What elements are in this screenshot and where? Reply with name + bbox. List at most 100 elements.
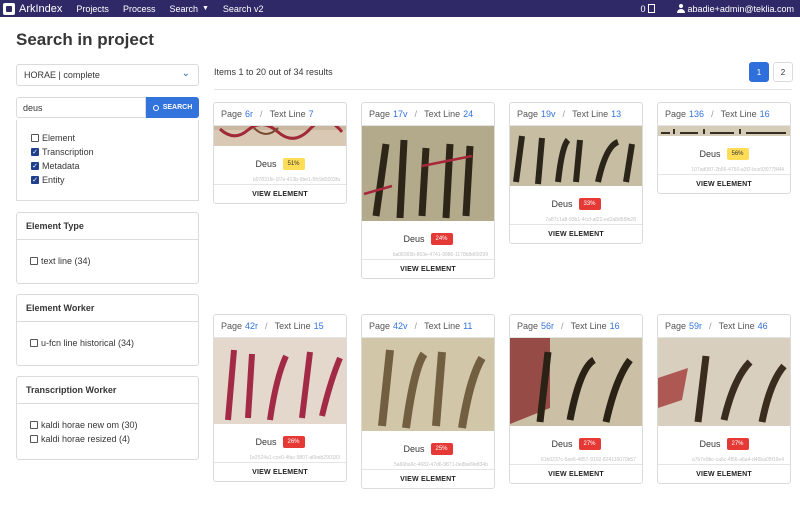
checkbox-checked[interactable]: ✓	[31, 176, 39, 184]
facet-option[interactable]: kaldi horae new om (30)	[17, 418, 198, 432]
nav-process[interactable]: Process	[123, 4, 156, 14]
facet-element-worker: Element Worker u-fcn line historical (34…	[16, 294, 199, 366]
page-link[interactable]: 59r	[689, 321, 702, 331]
nav-projects[interactable]: Projects	[76, 4, 109, 14]
view-element-button[interactable]: VIEW ELEMENT	[214, 184, 346, 203]
checkbox[interactable]	[30, 339, 38, 347]
element-thumbnail[interactable]	[362, 338, 494, 431]
user-icon	[676, 4, 685, 13]
confidence-badge: 24%	[430, 233, 453, 245]
match-text: Deus	[255, 159, 277, 169]
view-element-button[interactable]: VIEW ELEMENT	[510, 464, 642, 483]
facet-transcription-worker: Transcription Worker kaldi horae new om …	[16, 376, 199, 460]
results-summary: Items 1 to 20 out of 34 results	[214, 67, 333, 77]
separator: /	[711, 109, 714, 119]
page-link[interactable]: 19v	[541, 109, 556, 119]
nav-search[interactable]: Search ▼	[169, 4, 208, 14]
line-link[interactable]: 7	[309, 109, 314, 119]
user-menu[interactable]: abadie+admin@teklia.com	[676, 3, 794, 14]
card-header: Page 17v / Text Line 24	[362, 103, 494, 126]
search-input[interactable]	[16, 97, 146, 118]
confidence-badge: 27%	[578, 438, 601, 450]
search-button[interactable]: SEARCH	[146, 97, 199, 118]
match-text: Deus	[403, 444, 425, 454]
line-link[interactable]: 15	[314, 321, 324, 331]
view-element-button[interactable]: VIEW ELEMENT	[658, 174, 790, 193]
search-icon	[152, 104, 159, 111]
element-thumbnail[interactable]	[510, 126, 642, 186]
line-link[interactable]: 46	[758, 321, 768, 331]
element-thumbnail[interactable]	[214, 126, 346, 146]
search-bar: SEARCH	[16, 97, 199, 118]
source-element[interactable]: Element	[17, 131, 198, 145]
page-label: Page	[369, 321, 391, 331]
element-id: ba08365b-863e-4741-9986-1178b8d69299	[392, 252, 488, 258]
element-id: a7b7e9bc-ca6c-4f56-a6a4-d46ba05f19e4	[691, 457, 784, 463]
checkbox[interactable]	[30, 257, 38, 265]
card-header: Page 19v / Text Line 13	[510, 103, 642, 126]
card-header: Page 42v / Text Line 11	[362, 315, 494, 338]
facet-option[interactable]: u-fcn line historical (34)	[17, 336, 198, 350]
chevron-down-icon: ▼	[201, 5, 209, 12]
facet-option[interactable]: text line (34)	[17, 254, 198, 268]
checkbox-checked[interactable]: ✓	[31, 162, 39, 170]
line-link[interactable]: 16	[760, 109, 770, 119]
element-id: 1e2524a1-cce0-4fac-9807-a6beb290183	[249, 455, 340, 461]
element-thumbnail[interactable]	[362, 126, 494, 221]
source-label: Entity	[42, 175, 65, 185]
page-1-button[interactable]: 1	[749, 62, 769, 82]
confidence-badge: 27%	[726, 438, 749, 450]
user-email: abadie+admin@teklia.com	[687, 3, 794, 14]
source-entity[interactable]: ✓ Entity	[17, 173, 198, 187]
view-element-button[interactable]: VIEW ELEMENT	[510, 224, 642, 243]
confidence-badge: 25%	[430, 443, 453, 455]
facet-option-label: text line (34)	[41, 256, 91, 266]
line-link[interactable]: 13	[611, 109, 621, 119]
separator: /	[414, 321, 418, 331]
element-thumbnail[interactable]	[658, 338, 790, 426]
line-link[interactable]: 11	[463, 321, 472, 331]
source-transcription[interactable]: ✓ Transcription	[17, 145, 198, 159]
source-metadata[interactable]: ✓ Metadata	[17, 159, 198, 173]
confidence-badge: 51%	[282, 158, 305, 170]
line-link[interactable]: 16	[610, 321, 620, 331]
brand[interactable]: ArkIndex	[3, 2, 62, 15]
chevron-down-icon: ⌄	[181, 68, 190, 79]
match-text: Deus	[551, 199, 573, 209]
element-thumbnail[interactable]	[510, 338, 642, 426]
match-text: Deus	[551, 439, 573, 449]
view-element-button[interactable]: VIEW ELEMENT	[214, 462, 346, 481]
separator: /	[561, 321, 564, 331]
project-select-value: HORAE | complete	[24, 70, 100, 80]
view-element-button[interactable]: VIEW ELEMENT	[658, 464, 790, 483]
view-element-button[interactable]: VIEW ELEMENT	[362, 259, 494, 278]
page-title: Search in project	[16, 30, 154, 49]
source-label: Transcription	[42, 147, 94, 157]
line-link[interactable]: 24	[463, 109, 473, 119]
element-thumbnail[interactable]	[658, 126, 790, 136]
page-link[interactable]: 6r	[245, 109, 253, 119]
page-label: Page	[369, 109, 391, 119]
checkbox[interactable]	[30, 421, 38, 429]
confidence-badge: 26%	[282, 436, 305, 448]
document-counter[interactable]: 0	[641, 4, 655, 14]
page-2-button[interactable]: 2	[773, 62, 793, 82]
page-link[interactable]: 17v	[393, 109, 408, 119]
page-link[interactable]: 136	[689, 109, 704, 119]
facet-option[interactable]: kaldi horae resized (4)	[17, 432, 198, 446]
page-link[interactable]: 56r	[541, 321, 554, 331]
element-id: 5a66ba6c-4682-47d6-9871-0e8be6fe834b	[394, 462, 488, 468]
checkbox[interactable]	[31, 134, 39, 142]
view-element-button[interactable]: VIEW ELEMENT	[362, 469, 494, 488]
nav-search-v2[interactable]: Search v2	[223, 4, 264, 14]
page-label: Page	[665, 109, 687, 119]
result-card: Page 42v / Text Line 11 Deus 25% 5a66ba6c-468…	[361, 314, 495, 489]
result-card: Page 42r / Text Line 15 Deus 26% 1e2524a1-cce…	[213, 314, 347, 482]
element-thumbnail[interactable]	[214, 338, 346, 424]
page-link[interactable]: 42v	[393, 321, 408, 331]
page-link[interactable]: 42r	[245, 321, 258, 331]
checkbox-checked[interactable]: ✓	[31, 148, 39, 156]
checkbox[interactable]	[30, 435, 38, 443]
project-select[interactable]: HORAE | complete ⌄	[16, 64, 199, 86]
match-text: Deus	[699, 149, 721, 159]
